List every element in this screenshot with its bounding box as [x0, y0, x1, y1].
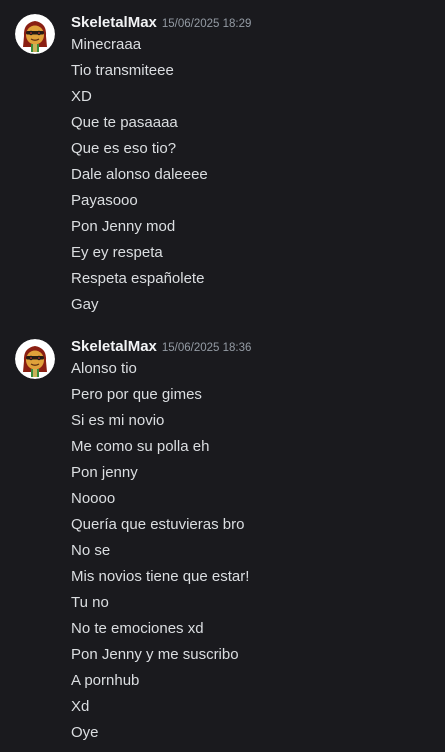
chat-log: SkeletalMax 15/06/2025 18:29 Minecraaa Ti…: [0, 0, 445, 747]
message-line: A pornhub: [71, 672, 140, 689]
timestamp: 15/06/2025 18:36: [161, 342, 252, 354]
message-line: XD: [71, 88, 92, 105]
avatar[interactable]: [15, 14, 55, 54]
message-line: Pon Jenny y me suscribo: [71, 646, 239, 663]
message-line: Payasooo: [71, 192, 138, 209]
message-line: No te emociones xd: [71, 620, 204, 637]
message-lines: Alonso tio Pero por que gimes Si es mi n…: [71, 357, 445, 747]
avatar-icon: [15, 339, 55, 379]
message-line: Que es eso tio?: [71, 140, 177, 157]
message-group: SkeletalMax 15/06/2025 18:36 Alonso tio P…: [0, 319, 445, 747]
message-lines: Minecraaa Tio transmiteee XD Que te pasa…: [71, 33, 445, 319]
message-line: Gay: [71, 296, 99, 313]
message-line: Si es mi novio: [71, 412, 165, 429]
message-line: No se: [71, 542, 111, 559]
message-line: Oye: [71, 724, 99, 741]
message-header: SkeletalMax 15/06/2025 18:29: [71, 13, 445, 33]
message-line: Que te pasaaaa: [71, 114, 178, 131]
avatar-icon: [15, 14, 55, 54]
message-line: Me como su polla eh: [71, 438, 210, 455]
message-line: Pon Jenny mod: [71, 218, 176, 235]
message-line: Tu no: [71, 594, 109, 611]
timestamp: 15/06/2025 18:29: [161, 18, 252, 30]
message-header: SkeletalMax 15/06/2025 18:36: [71, 337, 445, 357]
message-line: Alonso tio: [71, 360, 137, 377]
message-line: Respeta españolete: [71, 270, 205, 287]
message-line: Minecraaa: [71, 36, 142, 53]
message-group: SkeletalMax 15/06/2025 18:29 Minecraaa Ti…: [0, 0, 445, 319]
message-line: Tio transmiteee: [71, 62, 174, 79]
message-line: Mis novios tiene que estar!: [71, 568, 250, 585]
message-line: Noooo: [71, 490, 116, 507]
username[interactable]: SkeletalMax: [71, 338, 157, 355]
message-line: Xd: [71, 698, 90, 715]
message-line: Pero por que gimes: [71, 386, 202, 403]
message-line: Dale alonso daleeee: [71, 166, 208, 183]
avatar[interactable]: [15, 339, 55, 379]
message-line: Ey ey respeta: [71, 244, 163, 261]
message-line: Pon jenny: [71, 464, 138, 481]
username[interactable]: SkeletalMax: [71, 14, 157, 31]
message-line: Quería que estuvieras bro: [71, 516, 245, 533]
